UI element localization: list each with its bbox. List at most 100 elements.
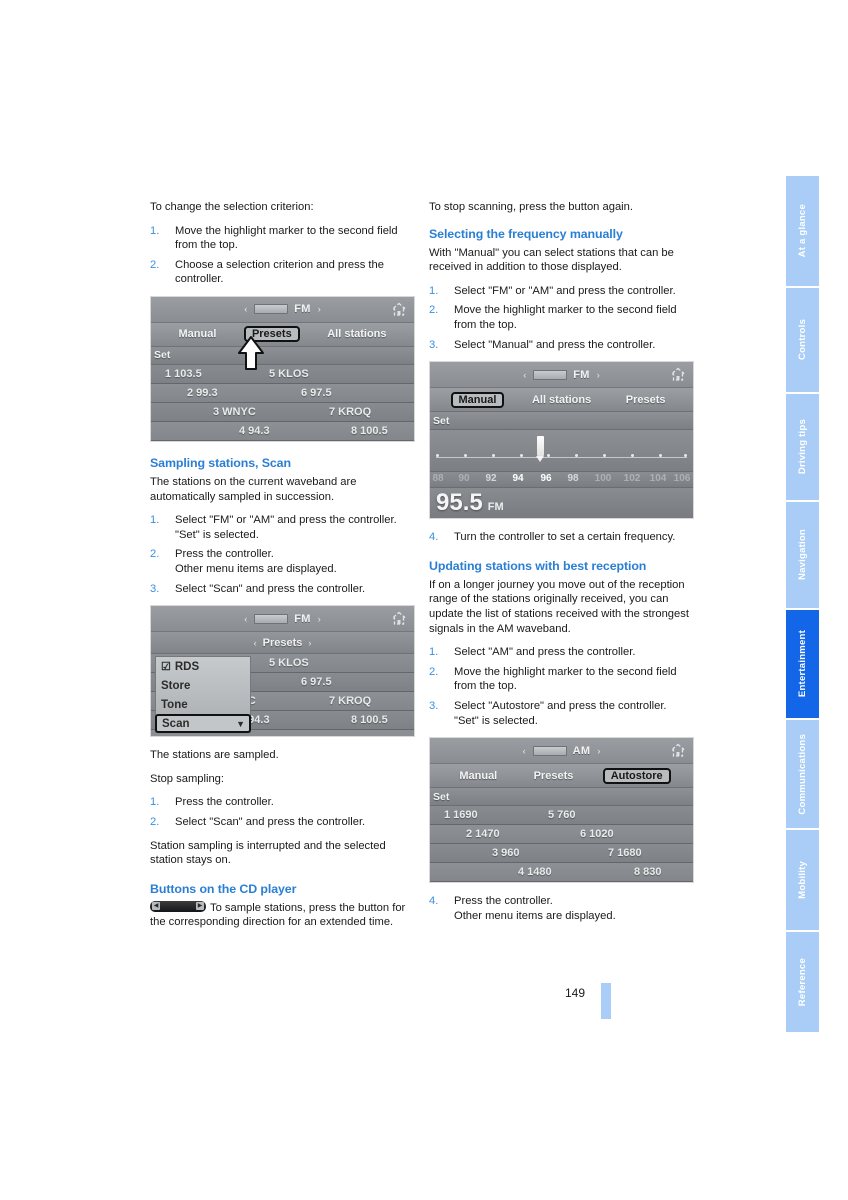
set-label: Set	[433, 790, 450, 803]
table-row[interactable]: 2 1470 6 1020	[430, 825, 693, 845]
preset-left: 3 WNYC	[213, 405, 256, 418]
preset-left: 4 94.3	[239, 424, 270, 437]
preset-list: 1 103.5 5 KLOS 2 99.3 6 97.5 3 WNYC 7 KR…	[151, 364, 414, 441]
next-arrow-icon: ›	[308, 637, 312, 648]
menu-item-scan[interactable]: Scan ▼	[155, 714, 251, 734]
tab-manual[interactable]: Manual	[450, 391, 505, 408]
scan-intro: The stations on the current waveband are…	[150, 475, 357, 503]
menu-item-tone[interactable]: Tone	[156, 695, 250, 714]
band-label: FM	[294, 612, 311, 625]
page-marker	[601, 983, 611, 1019]
preset-right: 6 97.5	[301, 386, 332, 399]
list-item: 1. Select "FM" or "AM" and press the con…	[429, 284, 697, 299]
step-text: Select "Scan" and press the controller.	[175, 815, 366, 828]
tab-manual[interactable]: Manual	[172, 327, 224, 341]
menu-item-label: Store	[161, 679, 191, 692]
table-row[interactable]: 4 94.3 8 100.5	[151, 421, 414, 441]
step-number: 1.	[429, 646, 439, 659]
tab-all-stations[interactable]: All stations	[525, 393, 598, 407]
tab-presets[interactable]: Presets	[243, 326, 300, 343]
step-number: 3.	[150, 582, 160, 595]
manual-frequency-heading: Selecting the frequency manually	[429, 226, 623, 241]
stop-note: Station sampling is interrupted and the …	[150, 839, 386, 867]
table-row[interactable]: 3 WNYC 7 KROQ	[151, 402, 414, 422]
sidebar-item-navigation[interactable]: Navigation	[786, 502, 819, 608]
step-number: 2.	[150, 258, 160, 271]
set-row: Set	[151, 346, 414, 365]
preset-right: 5 760	[548, 809, 576, 822]
table-row[interactable]: 1 103.5 5 KLOS	[151, 364, 414, 384]
step-number: 1.	[150, 224, 160, 237]
tab-autostore[interactable]: Autostore	[602, 767, 671, 784]
table-row[interactable]: 3 960 7 1680	[430, 844, 693, 864]
sidebar-item-controls[interactable]: Controls	[786, 288, 819, 392]
sidebar-item-label: Navigation	[797, 529, 808, 581]
tab-all-stations[interactable]: All stations	[320, 327, 393, 341]
current-frequency: 95.5	[436, 489, 483, 517]
manual-page: To change the selection criterion: 1. Mo…	[0, 0, 848, 1200]
step-text: Move the highlight marker to the second …	[454, 665, 677, 693]
table-row[interactable]: 4 1480 8 830	[430, 863, 693, 883]
tick-label: 102	[623, 473, 641, 485]
set-label: Set	[433, 414, 450, 427]
frequency-tuner[interactable]	[430, 430, 693, 473]
step-text: Select "Autostore" and press the control…	[454, 699, 667, 727]
step-number: 1.	[429, 284, 439, 297]
tab-presets[interactable]: Presets	[527, 769, 581, 783]
cd-seek-buttons-icon[interactable]: ◀ ▶	[150, 900, 206, 912]
step-text: Select "Scan" and press the controller.	[175, 582, 366, 595]
step-number: 4.	[429, 531, 439, 544]
frequency-scale: 88 90 92 94 96 98 100 102 104 106	[430, 472, 693, 489]
step-number: 3.	[429, 699, 439, 712]
sidebar-item-label: Entertainment	[797, 630, 808, 698]
sidebar-item-communications[interactable]: Communications	[786, 720, 819, 828]
preset-list: 1 1690 5 760 2 1470 6 1020 3 960 7 1680 …	[430, 806, 693, 883]
list-item: 1. Move the highlight marker to the seco…	[150, 224, 418, 253]
step-number: 1.	[150, 514, 160, 527]
next-arrow-icon: ›	[597, 745, 601, 756]
page-number: 149	[565, 986, 586, 1000]
preset-left: 1 1690	[444, 809, 478, 822]
step-text: Select "Manual" and press the controller…	[454, 338, 656, 351]
menu-item-label: Scan	[162, 717, 190, 730]
checkbox-checked-icon: ☑	[161, 661, 171, 674]
figure-scan-menu-screen: ‹ FM › ‹ Presets › 5 KLOS 6 97.5 7 KROQ …	[150, 605, 415, 738]
sidebar-item-reference[interactable]: Reference	[786, 932, 819, 1032]
cd-player-text-block: ◀ ▶ To sample stations, press the button…	[150, 900, 418, 930]
preset-left: 2 1470	[466, 828, 500, 841]
display-tabbar: Manual All stations Presets	[430, 388, 693, 413]
menu-item-rds[interactable]: ☑ RDS	[156, 657, 250, 676]
sidebar-item-mobility[interactable]: Mobility	[786, 830, 819, 930]
preset-left: 3 960	[492, 847, 520, 860]
preset-left: 2 99.3	[187, 386, 218, 399]
tab-presets[interactable]: Presets	[619, 393, 673, 407]
intro-paragraph: To change the selection criterion:	[150, 201, 314, 213]
list-item: 2. Move the highlight marker to the seco…	[429, 665, 697, 694]
display-titlebar: ‹ FM ›	[151, 296, 414, 323]
list-item: 3. Select "Autostore" and press the cont…	[429, 699, 697, 728]
next-arrow-icon: ›	[317, 613, 321, 624]
sidebar-item-entertainment[interactable]: Entertainment	[786, 610, 819, 718]
band-label: AM	[572, 744, 591, 757]
table-row[interactable]: 1 1690 5 760	[430, 806, 693, 826]
step-number: 1.	[150, 796, 160, 809]
prev-arrow-icon: ‹	[244, 304, 248, 315]
home-icon	[670, 743, 686, 758]
step-number: 2.	[150, 815, 160, 828]
sidebar-item-at-a-glance[interactable]: At a glance	[786, 176, 819, 286]
step-text: Move the highlight marker to the second …	[454, 304, 677, 331]
list-item: 4. Press the controller. Other menu item…	[429, 894, 697, 923]
menu-item-store[interactable]: Store	[156, 676, 250, 695]
step-number: 4.	[429, 895, 439, 908]
subbar-label: Presets	[262, 636, 303, 649]
step-number: 3.	[429, 338, 439, 351]
seek-forward-icon: ▶	[196, 902, 204, 911]
step-number: 2.	[150, 548, 160, 561]
table-row[interactable]: 2 99.3 6 97.5	[151, 383, 414, 403]
tick-label: 94	[512, 473, 524, 485]
sidebar-item-driving-tips[interactable]: Driving tips	[786, 394, 819, 500]
band-label: FM	[573, 368, 590, 381]
step-text: Choose a selection criterion and press t…	[175, 258, 384, 286]
step-text: Select "FM" or "AM" and press the contro…	[175, 514, 397, 541]
tab-manual[interactable]: Manual	[452, 769, 504, 783]
